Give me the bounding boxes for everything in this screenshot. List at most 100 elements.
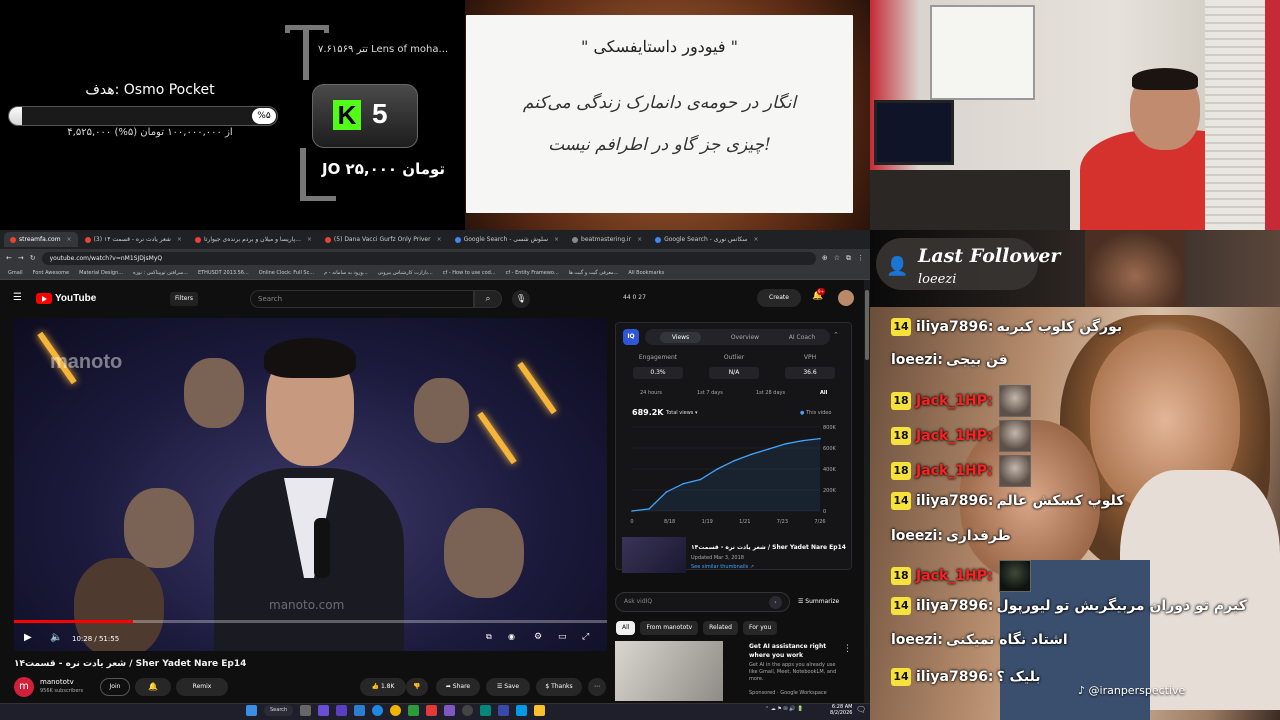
tab-overview[interactable]: Overview [731,334,759,341]
browser-tab[interactable]: (5) Dana Vacci Gurfz Only Priver × [319,232,448,247]
visual-studio-icon[interactable] [336,705,348,716]
dislike-icon[interactable]: 👎 [406,678,428,696]
chat-username[interactable]: iliya7896: [916,598,994,614]
edge-icon[interactable] [372,705,384,716]
bookmark-item[interactable]: cf - Entity Framewo... [506,270,559,276]
hamburger-icon[interactable]: ☰ [13,292,22,303]
chip-from-channel[interactable]: From manototv [640,621,699,635]
close-icon[interactable]: × [554,236,559,243]
chat-username[interactable]: iliya7896: [916,319,994,335]
period-option[interactable]: 1st 7 days [697,390,723,396]
app-icon[interactable] [444,705,456,716]
task-view-icon[interactable] [300,705,312,716]
join-button[interactable]: Join [100,678,130,696]
channel-name[interactable]: manototv [40,678,74,686]
app-icon[interactable] [426,705,438,716]
app-icon[interactable] [318,705,330,716]
extensions-icon[interactable]: ⧉ [846,254,851,263]
filters-button[interactable]: Filters [170,292,198,306]
chat-username[interactable]: Jack_1HP: [916,463,993,479]
zoom-icon[interactable]: ⊕ [822,254,828,262]
period-option[interactable]: 1st 28 days [756,390,785,396]
subscribed-bell-icon[interactable]: 🔔 [135,678,171,696]
chrome-icon[interactable] [390,705,402,716]
back-icon[interactable]: ← [6,254,12,262]
file-explorer-icon[interactable] [534,705,546,716]
obs-icon[interactable] [462,705,474,716]
scrollbar-thumb[interactable] [865,290,869,360]
summarize-button[interactable]: ☰ Summarize [798,598,839,605]
mic-icon[interactable]: 🎙 [512,290,530,308]
tab-views[interactable]: Views [659,331,702,343]
channel-avatar[interactable]: m [14,677,34,697]
video-thumbnail[interactable] [622,537,686,573]
browser-tab[interactable]: Google Search - سلوش شسی × [449,232,565,247]
ask-vidiq-input[interactable]: Ask vidIQ [615,592,790,612]
chat-username[interactable]: loeezi: [891,352,943,368]
all-bookmarks[interactable]: All Bookmarks [628,270,664,276]
close-icon[interactable]: × [754,236,759,243]
tab-ai-coach[interactable]: AI Coach [789,334,815,341]
menu-icon[interactable]: ⋮ [857,254,864,262]
browser-tab[interactable]: Google Search - سکانس نوری × [649,232,764,247]
close-icon[interactable]: × [637,236,642,243]
chat-username[interactable]: loeezi: [891,632,943,648]
close-icon[interactable]: × [437,236,442,243]
bookmark-item[interactable]: بازارت کارشناس بیرونی... [378,270,433,276]
bookmark-item[interactable]: ورود به سامانه - م... [324,270,368,276]
video-progress-bar[interactable] [14,620,607,623]
more-icon[interactable]: ⋯ [588,678,606,696]
create-button[interactable]: Create [757,289,801,307]
ad-title[interactable]: Get AI assistance right where you work [749,642,844,660]
bookmark-item[interactable]: معرفی گیت و گیت ها... [569,270,619,276]
total-views-label[interactable]: Total views ▾ [666,410,698,416]
chat-username[interactable]: Jack_1HP: [916,428,993,444]
browser-tab[interactable]: شعر یادت نره - قسمت ۱۴ (3) × [79,232,188,247]
system-tray[interactable]: ⌃ ☁ ⚑ ✉ 🔊 🔋 [765,706,803,712]
search-icon[interactable]: ⌕ [474,290,502,308]
share-button[interactable]: ➦ Share [436,678,480,696]
thanks-button[interactable]: $ Thanks [536,678,582,696]
bookmark-item[interactable]: ETHUSDT 2013.56... [198,270,249,276]
youtube-logo[interactable]: YouTube [36,293,96,304]
bookmark-item[interactable]: cf - How to use cod... [443,270,496,276]
settings-icon[interactable]: ⚙ [534,632,542,642]
chat-username[interactable]: Jack_1HP: [916,393,993,409]
chat-username[interactable]: loeezi: [891,528,943,544]
notifications-icon[interactable]: 🗨 [856,705,866,714]
app-icon[interactable] [498,705,510,716]
autoplay-icon[interactable]: ⧉ [486,632,492,642]
reload-icon[interactable]: ↻ [30,254,36,262]
taskbar-search[interactable]: Search [264,705,294,716]
chip-all[interactable]: All [616,621,636,635]
send-icon[interactable]: › [769,596,782,609]
close-icon[interactable]: × [177,236,182,243]
video-player[interactable]: manoto manoto.com [14,318,607,651]
fullscreen-icon[interactable]: ⤢ [582,632,589,642]
star-icon[interactable]: ☆ [834,254,840,262]
avatar[interactable] [838,290,854,306]
similar-thumbnails-link[interactable]: See similar thumbnails ↗ [691,564,754,570]
vscode-icon[interactable] [354,705,366,716]
bookmark-item[interactable]: Material Design... [79,270,123,276]
remix-button[interactable]: Remix [176,678,228,696]
theater-icon[interactable]: ▭ [558,632,567,642]
clock[interactable]: 6:28 AM 8/2/2026 [830,704,852,716]
chat-username[interactable]: iliya7896: [916,493,994,509]
bookmark-item[interactable]: Online Clock: Full Sc... [259,270,314,276]
search-input[interactable]: Search [250,290,474,308]
browser-tab[interactable]: beatmastering.ir × [566,232,648,247]
browser-tab[interactable]: streamfa.com × [4,232,78,247]
like-button[interactable]: 👍 1.8K [360,678,406,696]
play-icon[interactable]: ▶ [24,632,32,643]
app-icon[interactable] [480,705,492,716]
chat-username[interactable]: iliya7896: [916,669,994,685]
windows-start-icon[interactable] [246,705,257,716]
app-icon[interactable] [516,705,528,716]
ad-thumbnail[interactable] [615,641,723,701]
more-icon[interactable]: ⋮ [843,644,852,654]
bookmark-item[interactable]: Gmail [8,270,23,276]
forward-icon[interactable]: → [18,254,24,262]
subtitles-icon[interactable]: ◉ [508,632,515,641]
app-icon[interactable] [408,705,420,716]
